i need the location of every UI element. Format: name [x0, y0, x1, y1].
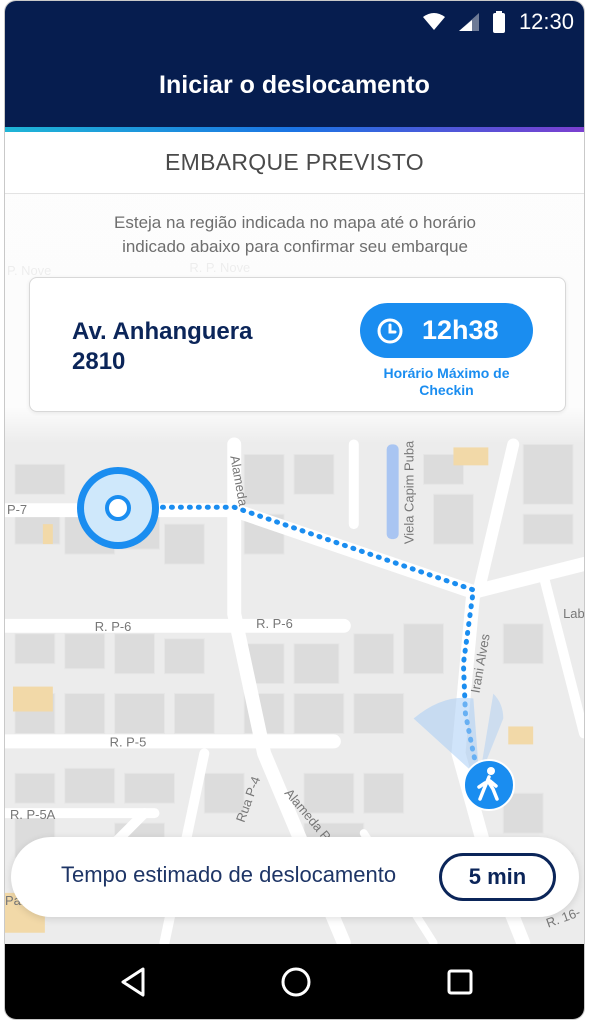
eta-value: 5 min [468, 864, 527, 889]
eta-label: Tempo estimado de deslocamento [61, 862, 397, 887]
back-icon[interactable] [117, 964, 153, 1000]
street-label: Lab [563, 606, 584, 621]
recent-apps-icon[interactable] [442, 964, 478, 1000]
eta-bar: Tempo estimado de deslocamento 5 min [11, 837, 579, 917]
status-bar: 12:30 [5, 1, 584, 43]
cellular-signal-icon [458, 13, 479, 31]
battery-icon [492, 11, 505, 33]
instructions-text: Esteja na região indicada no mapa até o … [45, 211, 545, 259]
instructions-line: Esteja na região indicada no mapa até o … [114, 213, 476, 232]
clock-icon [377, 318, 403, 343]
address-number: 2810 [72, 348, 126, 375]
page-title: Iniciar o deslocamento [159, 70, 430, 99]
checkin-caption-line: Checkin [419, 382, 474, 398]
section-title: EMBARQUE PREVISTO [164, 149, 424, 175]
checkin-time-badge: 12h38 [360, 303, 533, 358]
checkin-caption: Horário Máximo de Checkin [360, 365, 533, 399]
street-label: R. P-6 [256, 616, 293, 631]
instructions-line: indicado abaixo para confirmar seu embar… [122, 237, 468, 256]
origin-pin-icon[interactable] [75, 465, 161, 551]
checkin-time: 12h38 [422, 315, 499, 345]
app-bar: Iniciar o deslocamento [5, 43, 584, 127]
wifi-icon [422, 13, 445, 30]
street-label: R. P-5A [10, 807, 56, 822]
phone-frame: 12:30 Iniciar o deslocamento EMBARQUE PR… [4, 0, 585, 1020]
street-label: R. P-5 [110, 734, 147, 749]
home-icon[interactable] [278, 964, 314, 1000]
system-nav-bar [5, 944, 584, 1019]
checkin-caption-line: Horário Máximo de [383, 365, 510, 381]
walking-person-icon[interactable] [463, 759, 515, 811]
street-label: P-7 [7, 502, 27, 517]
street-label: R. P-6 [95, 619, 132, 634]
address-street: Av. Anhanguera [72, 318, 253, 345]
street-label: Viela Capim Puba [402, 440, 417, 544]
address-card: Av. Anhanguera 2810 12h38 Horário Máximo… [29, 277, 566, 412]
eta-badge: 5 min [439, 853, 556, 901]
section-header: EMBARQUE PREVISTO [5, 132, 584, 194]
status-time: 12:30 [518, 9, 574, 34]
